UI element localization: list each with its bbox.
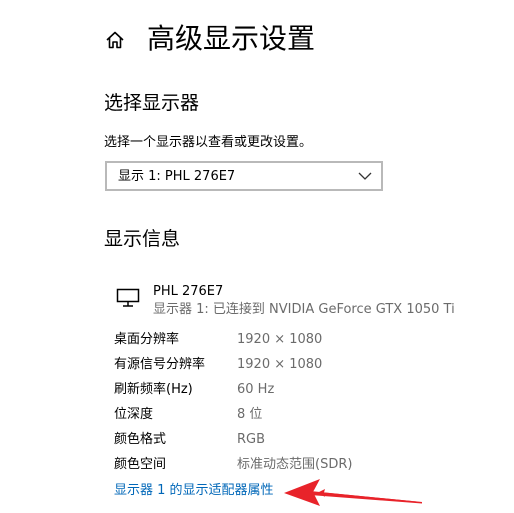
active-signal-resolution-label: 有源信号分辨率 xyxy=(114,357,206,372)
chevron-down-icon xyxy=(358,172,372,180)
select-display-hint: 选择一个显示器以查看或更改设置。 xyxy=(104,135,313,150)
page-title: 高级显示设置 xyxy=(147,22,316,55)
display-name: PHL 276E7 xyxy=(153,284,224,299)
bit-depth-label: 位深度 xyxy=(114,407,154,422)
color-space-label: 颜色空间 xyxy=(114,457,167,472)
display-select-value: 显示 1: PHL 276E7 xyxy=(118,169,236,184)
monitor-icon xyxy=(116,288,140,307)
refresh-rate-value: 60 Hz xyxy=(237,382,275,397)
bit-depth-value: 8 位 xyxy=(237,407,263,422)
display-select-dropdown[interactable]: 显示 1: PHL 276E7 xyxy=(105,161,383,191)
annotation-arrow-icon xyxy=(284,479,422,506)
display-connection-text: 显示器 1: 已连接到 NVIDIA GeForce GTX 1050 Ti xyxy=(153,302,455,317)
display-info-heading: 显示信息 xyxy=(104,228,181,250)
desktop-resolution-label: 桌面分辨率 xyxy=(114,332,180,347)
desktop-resolution-value: 1920 × 1080 xyxy=(237,332,323,347)
select-display-heading: 选择显示器 xyxy=(104,92,200,114)
color-format-value: RGB xyxy=(237,432,266,447)
refresh-rate-label: 刷新频率(Hz) xyxy=(114,382,193,397)
color-format-label: 颜色格式 xyxy=(114,432,167,447)
active-signal-resolution-value: 1920 × 1080 xyxy=(237,357,323,372)
home-icon[interactable] xyxy=(104,29,126,51)
display-adapter-properties-link[interactable]: 显示器 1 的显示适配器属性 xyxy=(114,482,274,500)
color-space-value: 标准动态范围(SDR) xyxy=(237,457,353,472)
